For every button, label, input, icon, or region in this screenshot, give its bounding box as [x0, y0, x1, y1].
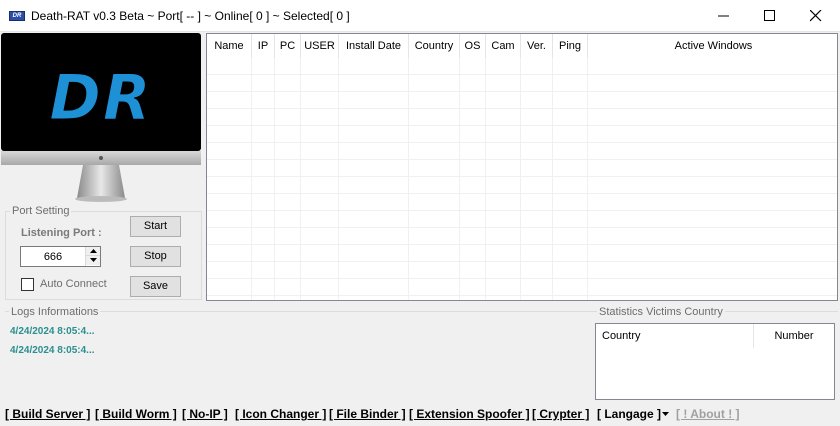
column-header-country[interactable]: Country	[409, 34, 460, 58]
column-divider	[485, 58, 486, 300]
victims-list-header: Name IP PC USER Install Date Country OS …	[207, 34, 837, 58]
app-icon: DR	[9, 11, 25, 21]
column-divider	[251, 58, 252, 300]
chevron-up-icon	[90, 249, 97, 253]
column-divider	[274, 58, 275, 300]
menu-no-ip[interactable]: [ No-IP ]	[182, 407, 228, 421]
column-divider	[552, 58, 553, 300]
dropdown-arrow-icon	[662, 412, 669, 416]
column-divider	[587, 58, 588, 300]
column-header-version[interactable]: Ver.	[521, 34, 553, 58]
column-header-country[interactable]: Country	[596, 324, 754, 348]
column-divider	[459, 58, 460, 300]
auto-connect-checkbox[interactable]	[21, 278, 34, 291]
maximize-button[interactable]	[747, 0, 793, 32]
menu-icon-changer[interactable]: [ Icon Changer ]	[235, 407, 326, 421]
start-button[interactable]: Start	[130, 216, 181, 237]
bottom-menu-bar: [ Build Server ] [ Build Worm ] [ No-IP …	[0, 402, 840, 426]
listening-port-stepper[interactable]	[20, 246, 101, 267]
stop-button[interactable]: Stop	[130, 246, 181, 267]
column-divider	[338, 58, 339, 300]
statistics-legend: Statistics Victims Country	[597, 306, 725, 318]
menu-extension-spoofer[interactable]: [ Extension Spoofer ]	[409, 407, 530, 421]
chevron-down-icon	[90, 258, 97, 262]
column-divider	[300, 58, 301, 300]
monitor-logo-image: DR	[1, 33, 201, 202]
statistics-list[interactable]: Country Number	[595, 323, 835, 400]
statistics-group: Statistics Victims Country Country Numbe…	[591, 306, 838, 401]
auto-connect-label[interactable]: Auto Connect	[40, 278, 107, 290]
menu-about[interactable]: [ ! About ! ]	[676, 407, 740, 421]
minimize-button[interactable]	[701, 0, 747, 32]
menu-file-binder[interactable]: [ File Binder ]	[329, 407, 406, 421]
column-header-ping[interactable]: Ping	[553, 34, 588, 58]
logs-group: Logs Informations 4/24/2024 8:05:4... 4/…	[5, 306, 591, 401]
column-header-install-date[interactable]: Install Date	[339, 34, 409, 58]
close-button[interactable]	[793, 0, 839, 32]
port-setting-legend: Port Setting	[10, 205, 72, 217]
column-header-user[interactable]: USER	[301, 34, 339, 58]
spinner-buttons	[85, 247, 100, 266]
column-header-active-windows[interactable]: Active Windows	[588, 34, 837, 58]
window-title: Death-RAT v0.3 Beta ~ Port[ -- ] ~ Onlin…	[31, 9, 350, 23]
logs-legend: Logs Informations	[9, 306, 101, 318]
log-entry: 4/24/2024 8:05:4...	[10, 345, 95, 356]
dr-logo-text: DR	[49, 61, 152, 134]
column-divider	[408, 58, 409, 300]
listening-port-label: Listening Port :	[21, 227, 102, 239]
column-header-cam[interactable]: Cam	[486, 34, 521, 58]
column-header-number[interactable]: Number	[754, 324, 834, 348]
column-header-pc[interactable]: PC	[275, 34, 301, 58]
log-entry: 4/24/2024 8:05:4...	[10, 326, 95, 337]
maximize-icon	[764, 10, 775, 21]
victims-list[interactable]: Name IP PC USER Install Date Country OS …	[206, 33, 838, 301]
column-header-os[interactable]: OS	[460, 34, 486, 58]
spin-down-button[interactable]	[86, 256, 100, 265]
spin-up-button[interactable]	[86, 247, 100, 256]
column-header-name[interactable]: Name	[207, 34, 252, 58]
close-icon	[810, 10, 822, 22]
minimize-icon	[718, 15, 729, 17]
title-bar: DR Death-RAT v0.3 Beta ~ Port[ -- ] ~ On…	[0, 0, 840, 32]
save-button[interactable]: Save	[130, 276, 181, 297]
listening-port-input[interactable]	[21, 247, 85, 266]
menu-langage[interactable]: [ Langage ]	[597, 407, 661, 421]
column-divider	[520, 58, 521, 300]
victims-list-body	[207, 58, 837, 300]
menu-build-server[interactable]: [ Build Server ]	[5, 407, 90, 421]
menu-build-worm[interactable]: [ Build Worm ]	[95, 407, 177, 421]
column-header-ip[interactable]: IP	[252, 34, 275, 58]
menu-crypter[interactable]: [ Crypter ]	[532, 407, 589, 421]
